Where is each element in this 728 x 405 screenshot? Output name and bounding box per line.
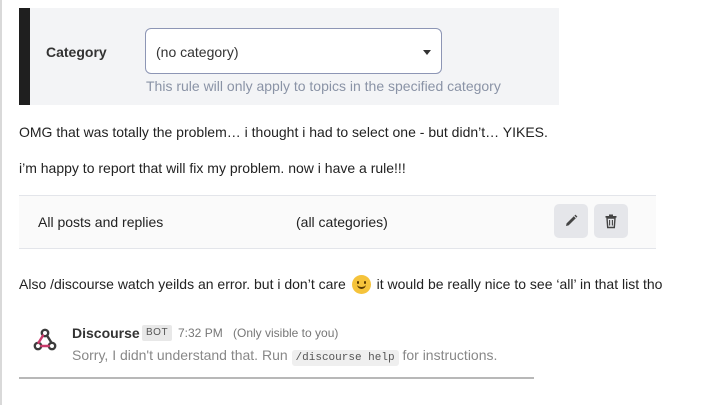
visibility-note: (Only visible to you) [233,326,339,340]
message-timestamp[interactable]: 7:32 PM [178,326,223,340]
rule-category: (all categories) [296,214,388,230]
category-help-text: This rule will only apply to topics in t… [146,78,501,94]
message-text-2: i’m happy to report that will fix my pro… [19,160,406,176]
message-left-border [0,0,2,405]
rule-row: All posts and replies (all categories) [19,195,656,249]
discourse-bot-avatar[interactable] [32,327,58,353]
category-setting-panel: Category (no category) This rule will on… [19,8,559,105]
bot-message-end: for instructions. [402,347,498,363]
message-text-1: OMG that was totally the problem… i thou… [19,124,548,140]
trash-icon [605,214,617,229]
quote-bar [19,8,30,105]
category-label: Category [46,44,107,60]
message-text-3: Also /discourse watch yeilds an error. b… [19,275,662,294]
bot-message-text: Sorry, I didn't understand that. Run /di… [72,347,498,366]
webhook-logo-icon [33,328,57,351]
divider [19,377,534,379]
edit-rule-button[interactable] [554,204,588,238]
category-select[interactable]: (no category) [145,28,442,74]
bot-badge: BOT [142,325,173,341]
chevron-down-icon [423,50,431,55]
command-code: /discourse help [291,350,399,366]
category-select-value: (no category) [156,44,239,60]
delete-rule-button[interactable] [594,204,628,238]
bot-message-start: Sorry, I didn't understand that. Run [72,347,288,363]
message-text-3-end: it would be really nice to see ‘all’ in … [376,276,663,292]
slightly-smiling-face-icon [351,275,371,294]
pencil-icon [566,214,578,226]
rule-filter: All posts and replies [38,214,164,230]
message-text-3-start: Also /discourse watch yeilds an error. b… [19,276,346,292]
bot-name[interactable]: Discourse [72,325,140,341]
